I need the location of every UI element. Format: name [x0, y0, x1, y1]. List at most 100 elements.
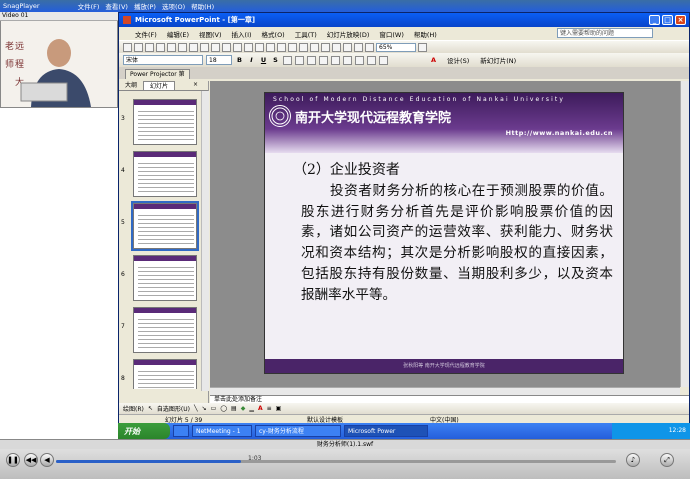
cut-icon[interactable] [222, 42, 231, 52]
seek-bar[interactable] [56, 460, 616, 463]
format-painter-icon[interactable] [255, 42, 264, 52]
slide-thumbnail[interactable] [133, 359, 197, 389]
increase-indent-icon[interactable] [379, 55, 388, 65]
paste-icon[interactable] [244, 42, 253, 52]
print-preview-icon[interactable] [189, 42, 198, 52]
new-slide-button[interactable]: 新幻灯片(N) [480, 55, 516, 65]
save-icon[interactable] [145, 42, 154, 52]
pane-scrollbar[interactable] [201, 91, 209, 391]
notes-pane[interactable]: 单击此处添加备注 [210, 395, 689, 403]
slide-heading[interactable]: （2）企业投资者 [293, 159, 400, 179]
shadow-button[interactable]: S [271, 56, 280, 64]
thumb-row[interactable]: 8 [121, 359, 203, 389]
decrease-indent-icon[interactable] [367, 55, 376, 65]
email-icon[interactable] [167, 42, 176, 52]
tab-slides[interactable]: 幻灯片 [143, 81, 176, 90]
align-right-icon[interactable] [307, 55, 316, 65]
pane-close-icon[interactable]: × [193, 81, 208, 90]
numbering-icon[interactable] [319, 55, 328, 65]
slide-body-text[interactable]: 投资者财务分析的核心在于预测股票的价值。股东进行财务分析首先是评价影响股票价值的… [301, 181, 613, 305]
current-slide[interactable]: School of Modern Distance Education of N… [264, 92, 624, 374]
redo-icon[interactable] [277, 42, 286, 52]
undo-icon[interactable] [266, 42, 275, 52]
open-icon[interactable] [134, 42, 143, 52]
expand-all-icon[interactable] [332, 42, 341, 52]
fill-color-icon[interactable]: ◆ [241, 405, 246, 412]
align-center-icon[interactable] [295, 55, 304, 65]
maximize-button[interactable]: □ [662, 15, 673, 25]
autoshape-button[interactable]: 自选图形(U) [157, 404, 190, 413]
minimize-button[interactable]: _ [649, 15, 660, 25]
text-color-icon[interactable]: A [258, 405, 263, 412]
shadow-style-icon[interactable]: ▣ [276, 405, 282, 412]
pause-button[interactable]: ❚❚ [6, 453, 20, 467]
design-button[interactable]: 设计(S) [447, 55, 469, 65]
tab-outline[interactable]: 大纲 [119, 81, 143, 90]
thumb-row[interactable]: 7 [121, 307, 203, 353]
hyperlink-icon[interactable] [321, 42, 330, 52]
slide-vertical-scrollbar[interactable] [680, 81, 689, 387]
color-grayscale-icon[interactable] [365, 42, 374, 52]
task-powerpoint[interactable]: Microsoft Power [344, 425, 428, 437]
thumb-row[interactable]: 3 [121, 99, 203, 145]
font-name-select[interactable]: 宋体 [123, 55, 203, 65]
player-menu-options[interactable]: 选项(O) [162, 1, 185, 11]
permission-icon[interactable] [156, 42, 165, 52]
fullscreen-button[interactable]: ⤢ [660, 453, 674, 467]
align-left-icon[interactable] [283, 55, 292, 65]
help-icon[interactable] [418, 42, 427, 52]
close-button[interactable]: × [675, 15, 686, 25]
slide-thumbnail-selected[interactable] [131, 201, 199, 251]
research-icon[interactable] [211, 42, 220, 52]
slide-thumbnail[interactable] [133, 99, 197, 145]
show-formatting-icon[interactable] [343, 42, 352, 52]
player-menu-help[interactable]: 帮助(H) [191, 1, 214, 11]
player-menu-file[interactable]: 文件(F) [78, 1, 100, 11]
textbox-icon[interactable]: ▤ [231, 405, 237, 412]
menu-help[interactable]: 帮助(H) [414, 29, 437, 39]
menu-tools[interactable]: 工具(T) [295, 29, 317, 39]
rewind-button[interactable]: ◀◀ [24, 453, 38, 467]
font-size-select[interactable]: 18 [206, 55, 232, 65]
menu-insert[interactable]: 插入(I) [232, 29, 252, 39]
italic-button[interactable]: I [247, 56, 256, 64]
font-color-icon[interactable]: A [431, 56, 436, 64]
start-button[interactable]: 开始 [118, 423, 170, 439]
volume-icon[interactable]: ♪ [626, 453, 640, 467]
doc-tab-projector[interactable]: Power Projector 第 [125, 69, 190, 79]
slide-thumbnail[interactable] [133, 255, 197, 301]
player-menu-view[interactable]: 查看(V) [105, 1, 128, 11]
underline-button[interactable]: U [259, 56, 268, 64]
menu-file[interactable]: 文件(F) [135, 29, 157, 39]
print-icon[interactable] [178, 42, 187, 52]
spelling-icon[interactable] [200, 42, 209, 52]
menu-view[interactable]: 视图(V) [199, 29, 222, 39]
menu-slideshow[interactable]: 幻灯片放映(D) [327, 29, 370, 39]
oval-icon[interactable]: ◯ [220, 405, 227, 412]
select-arrow-icon[interactable]: ↖ [148, 405, 153, 412]
line-color-icon[interactable]: ▁ [249, 405, 254, 412]
line-style-icon[interactable]: ≡ [267, 405, 272, 412]
slide-thumbnail[interactable] [133, 307, 197, 353]
insert-table-icon[interactable] [299, 42, 308, 52]
player-menu-play[interactable]: 播放(P) [134, 1, 156, 11]
new-icon[interactable] [123, 42, 132, 52]
previous-button[interactable]: ◀ [40, 453, 54, 467]
decrease-font-icon[interactable] [355, 55, 364, 65]
slide-horizontal-scrollbar[interactable] [210, 387, 680, 395]
task-netmeeting[interactable]: NetMeeting - 1 [192, 425, 252, 437]
quick-launch-icon[interactable] [173, 425, 189, 437]
copy-icon[interactable] [233, 42, 242, 52]
zoom-select[interactable]: 65% [376, 42, 416, 52]
ask-question-input[interactable]: 键入需要帮助的问题 [557, 28, 653, 38]
thumb-row[interactable]: 4 [121, 151, 203, 197]
increase-font-icon[interactable] [343, 55, 352, 65]
rectangle-icon[interactable]: ▭ [211, 405, 217, 412]
line-icon[interactable]: ╲ [194, 405, 198, 412]
task-cy-folder[interactable]: cy-财务分析流程 [255, 425, 341, 437]
bullets-icon[interactable] [331, 55, 340, 65]
arrow-icon[interactable]: ↘ [202, 405, 207, 412]
menu-format[interactable]: 格式(O) [262, 29, 285, 39]
slide-thumbnail[interactable] [133, 151, 197, 197]
tables-borders-icon[interactable] [310, 42, 319, 52]
